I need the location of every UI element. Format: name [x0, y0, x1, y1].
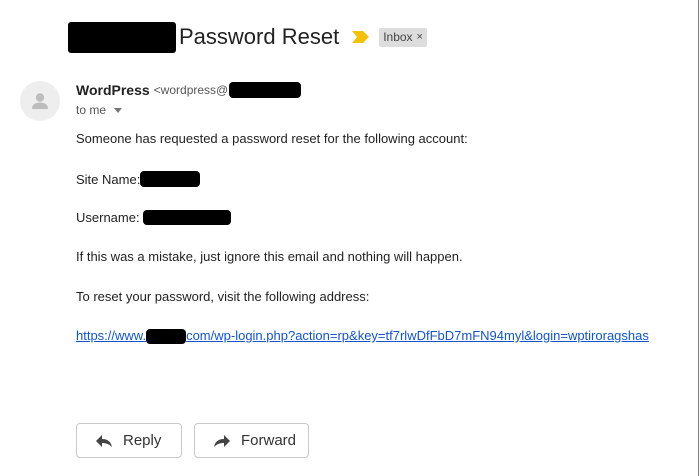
person-icon: [32, 93, 48, 109]
body-line-request: Someone has requested a password reset f…: [76, 131, 468, 146]
reset-link-prefix: https://www.: [76, 328, 147, 343]
redacted-block: [68, 21, 176, 53]
reply-button[interactable]: Reply: [76, 423, 182, 458]
close-icon[interactable]: ×: [417, 31, 423, 43]
sender-email: <wordpress@: [153, 83, 229, 97]
caret-down-icon[interactable]: [114, 107, 123, 113]
site-name-label: Site Name:: [76, 171, 141, 187]
forward-arrow-icon: [213, 434, 231, 448]
username-label: Username:: [76, 210, 140, 225]
reply-arrow-icon: [95, 434, 113, 448]
subject-row: Password Reset Inbox ×: [68, 20, 427, 54]
body-line-reset: To reset your password, visit the follow…: [76, 289, 369, 304]
forward-button[interactable]: Forward: [194, 423, 309, 458]
reply-label: Reply: [123, 432, 162, 449]
recipient-row: to me: [76, 103, 123, 117]
redacted-block: [146, 329, 187, 345]
sender-name[interactable]: WordPress: [76, 82, 150, 98]
reset-link[interactable]: https://www. com/wp-login.php?action=rp&k…: [76, 328, 649, 345]
body-line-site: Site Name:: [76, 171, 201, 187]
body-text: If this was a mistake, just ignore this …: [76, 249, 463, 264]
reset-link-line: https://www. com/wp-login.php?action=rp&k…: [76, 328, 649, 345]
email-subject: Password Reset: [179, 24, 340, 49]
avatar[interactable]: [20, 81, 60, 121]
forward-label: Forward: [241, 432, 297, 449]
label-chip-text: Inbox: [383, 30, 413, 44]
body-line-mistake: If this was a mistake, just ignore this …: [76, 249, 463, 264]
redacted-block: [229, 82, 302, 98]
redacted-block: [142, 210, 231, 225]
inbox-label-chip[interactable]: Inbox ×: [379, 27, 427, 47]
body-text: Someone has requested a password reset f…: [76, 131, 468, 146]
email-view: Password Reset Inbox × WordPress <wordpr…: [0, 0, 699, 476]
reset-link-suffix: com/wp-login.php?action=rp&key=tf7rlwDfF…: [186, 328, 649, 343]
sender-line: WordPress <wordpress@: [76, 82, 302, 98]
redacted-block: [140, 171, 201, 187]
importance-marker-icon[interactable]: [351, 30, 371, 44]
body-text: To reset your password, visit the follow…: [76, 289, 370, 304]
recipient-text: to me: [76, 103, 107, 117]
body-line-username: Username:: [76, 210, 231, 225]
